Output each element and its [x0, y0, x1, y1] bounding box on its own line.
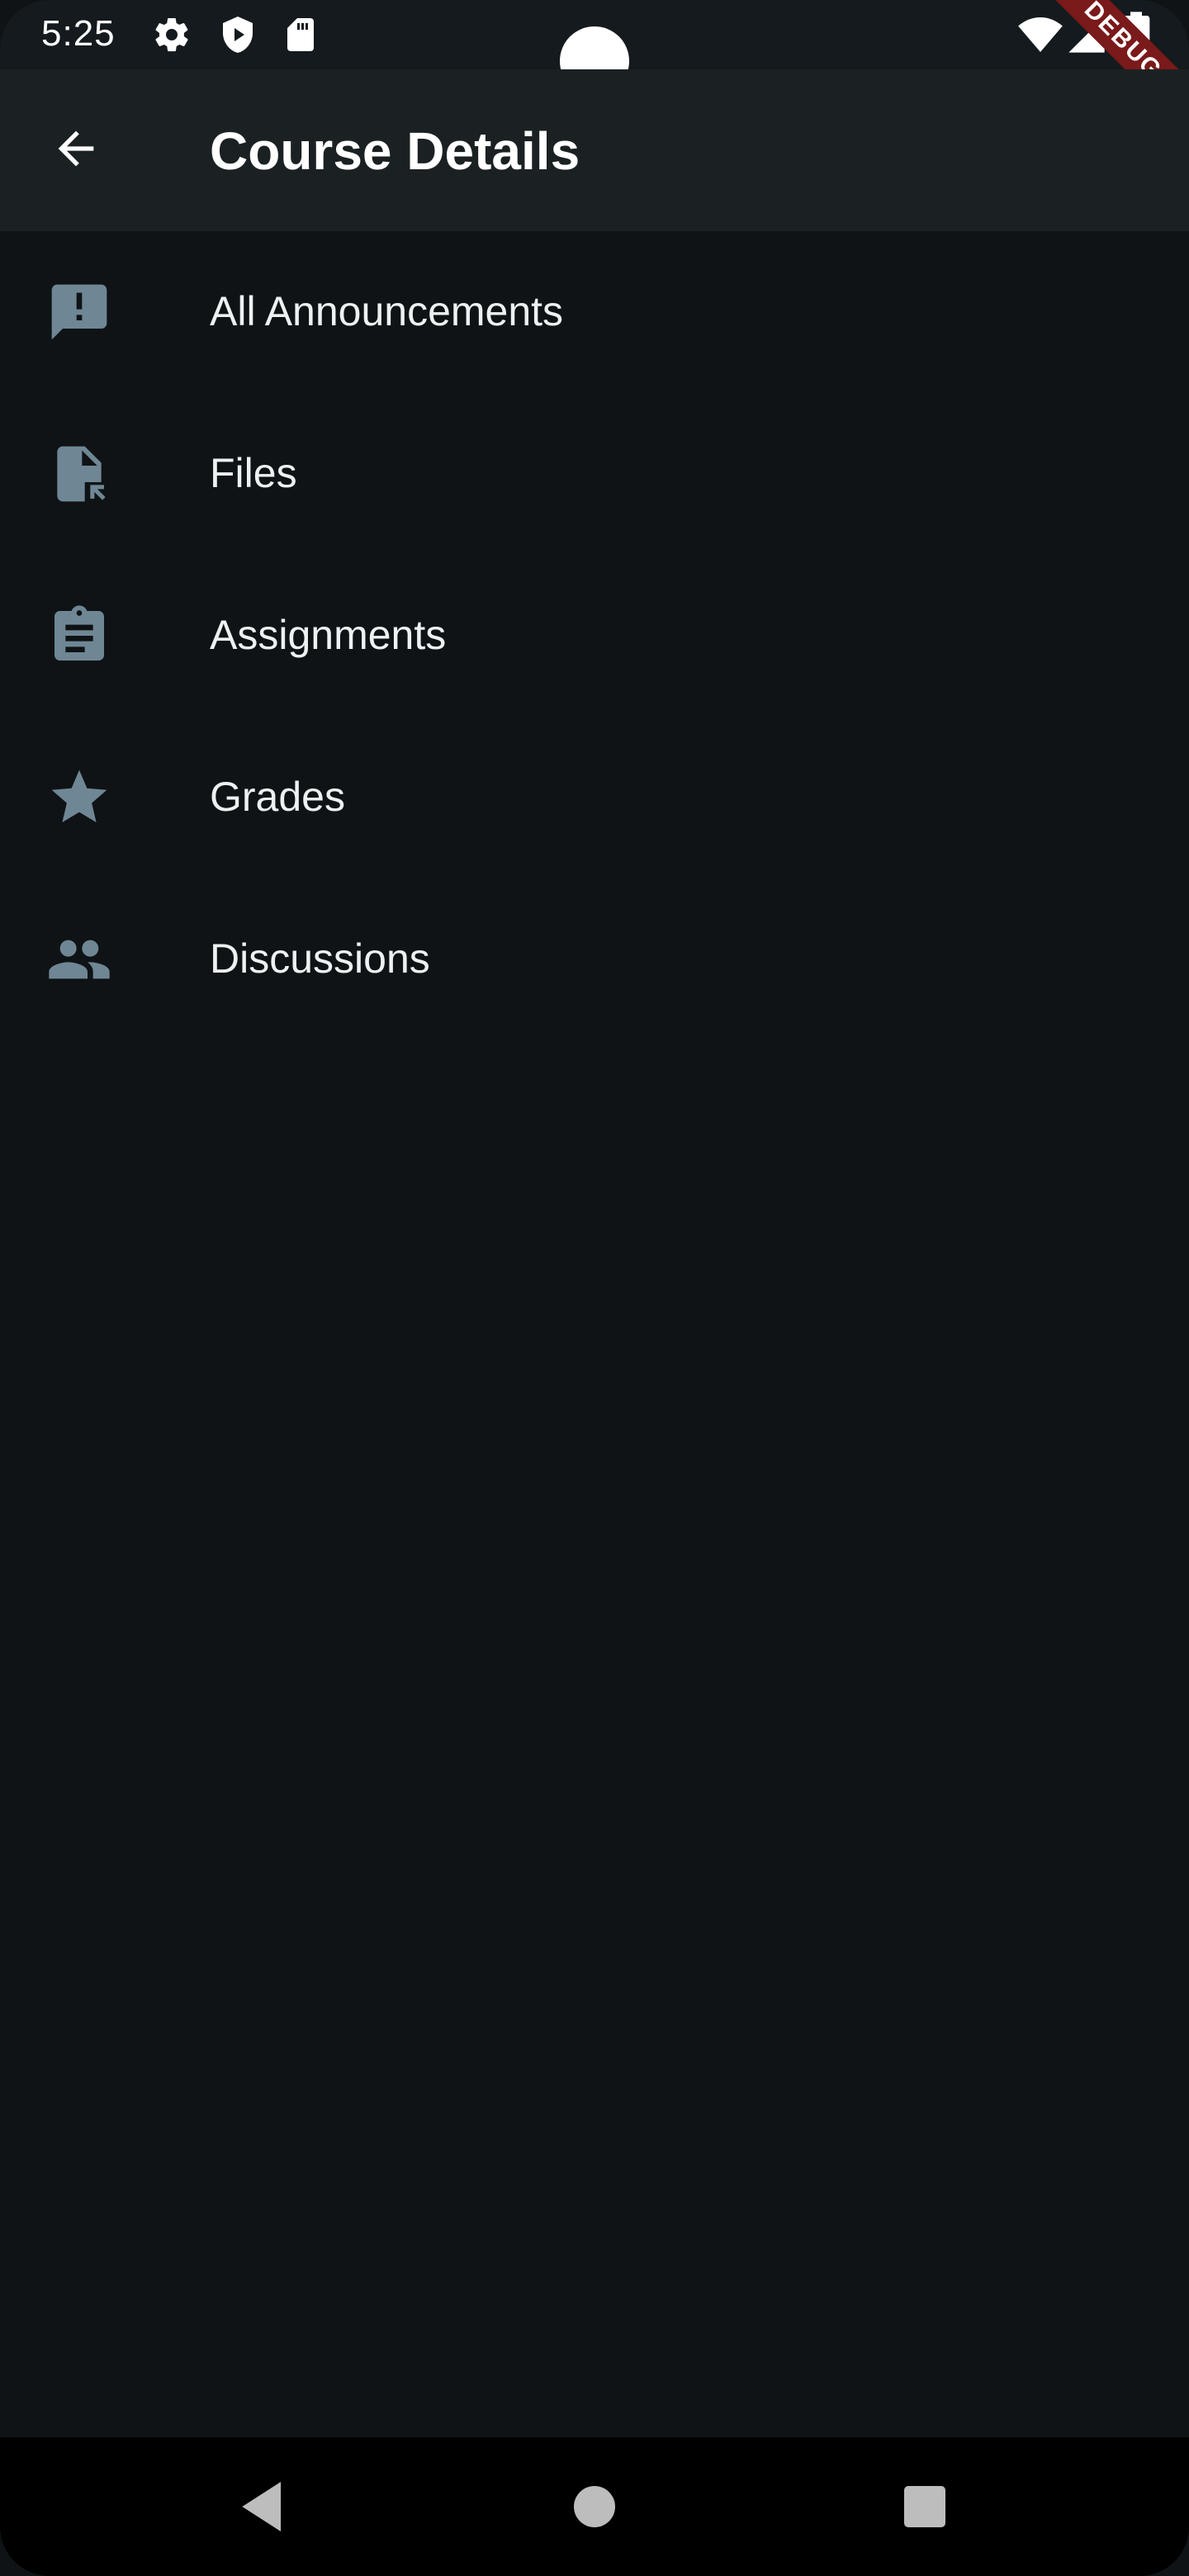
app-bar: Course Details — [0, 69, 1189, 231]
course-menu-list: All Announcements Files Assignments Grad… — [0, 231, 1189, 1040]
screen: 5:25 DEBUG Course Details All Announceme… — [0, 0, 1189, 2576]
menu-item-all-announcements[interactable]: All Announcements — [0, 231, 1189, 393]
assignment-icon — [46, 603, 112, 669]
play-protect-icon — [218, 15, 258, 54]
back-triangle-icon[interactable] — [231, 2474, 297, 2540]
page-title: Course Details — [210, 121, 580, 181]
arrow-back-icon — [50, 122, 102, 179]
sd-card-icon — [281, 15, 320, 54]
menu-item-discussions[interactable]: Discussions — [0, 878, 1189, 1040]
menu-item-files[interactable]: Files — [0, 393, 1189, 555]
system-nav-bar — [0, 2437, 1189, 2576]
menu-item-label: Assignments — [210, 612, 447, 658]
status-bar: 5:25 DEBUG — [0, 0, 1189, 142]
recents-square-icon[interactable] — [892, 2474, 958, 2540]
menu-item-label: Grades — [210, 774, 345, 820]
people-icon — [46, 926, 112, 992]
home-circle-icon[interactable] — [561, 2474, 628, 2540]
status-time: 5:25 — [41, 13, 116, 54]
menu-item-label: All Announcements — [210, 288, 564, 334]
menu-item-grades[interactable]: Grades — [0, 717, 1189, 878]
file-icon — [46, 441, 112, 507]
menu-item-label: Discussions — [210, 935, 430, 982]
menu-item-assignments[interactable]: Assignments — [0, 555, 1189, 717]
star-icon — [46, 765, 112, 831]
wifi-icon — [1017, 12, 1063, 58]
menu-item-label: Files — [210, 450, 297, 496]
settings-icon — [152, 15, 192, 54]
back-button[interactable] — [33, 107, 119, 193]
announcement-icon — [46, 279, 112, 345]
